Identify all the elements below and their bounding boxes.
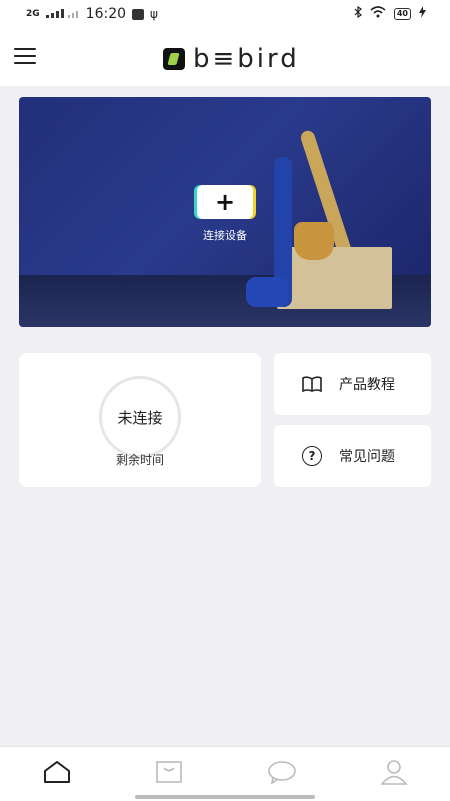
product-tutorial-button[interactable]: 产品教程: [274, 353, 431, 415]
tab-messages[interactable]: [262, 759, 302, 789]
tutorial-label: 产品教程: [339, 377, 395, 393]
battery-level: 40: [396, 8, 408, 18]
usb-icon: ψ: [150, 7, 158, 21]
app-logo: b≡bird: [163, 44, 300, 74]
tab-home[interactable]: [37, 759, 77, 789]
menu-icon: [14, 48, 36, 50]
faq-button[interactable]: ? 常见问题: [274, 425, 431, 487]
hero-banner: + 连接设备: [19, 97, 431, 327]
tab-shop[interactable]: [149, 759, 189, 789]
faq-label: 常见问题: [339, 449, 395, 465]
tab-profile[interactable]: [374, 759, 414, 789]
home-indicator: [135, 795, 315, 799]
battery-icon: 40: [393, 7, 411, 20]
user-icon: [380, 759, 408, 789]
logo-text: b≡bird: [193, 44, 300, 74]
connect-device-label[interactable]: 连接设备: [189, 227, 261, 243]
logo-mark-icon: [163, 48, 185, 70]
network-indicator: 2G: [26, 9, 40, 19]
book-icon: [301, 373, 323, 395]
hd-icon: [132, 8, 145, 20]
status-ring: 未连接: [99, 376, 181, 458]
app-header: b≡bird: [0, 28, 450, 86]
device-status-card[interactable]: 未连接 剩余时间: [19, 353, 261, 487]
hero-product-base: [246, 277, 288, 307]
menu-button[interactable]: [14, 48, 36, 66]
question-icon: ?: [301, 445, 323, 467]
hero-pedestal: [277, 247, 392, 309]
connect-device-button[interactable]: +: [197, 185, 253, 219]
plus-icon: +: [214, 188, 236, 216]
bag-icon: [155, 760, 183, 788]
bluetooth-icon: [354, 5, 362, 21]
signal-icon: [45, 7, 80, 22]
chat-icon: [267, 760, 297, 788]
status-left: 2G 16:20 ψ: [26, 6, 158, 22]
connection-status: 未连接: [117, 408, 163, 427]
question-glyph: ?: [302, 446, 322, 466]
charging-icon: [419, 6, 426, 21]
hero-stand: [294, 222, 334, 260]
status-right: 40: [354, 5, 426, 21]
wifi-icon: [370, 6, 386, 21]
bottom-navigation: [0, 746, 450, 801]
status-bar: 2G 16:20 ψ 40: [0, 0, 450, 28]
remaining-time-label: 剩余时间: [115, 453, 164, 467]
clock: 16:20: [85, 6, 127, 22]
home-icon: [43, 760, 71, 788]
